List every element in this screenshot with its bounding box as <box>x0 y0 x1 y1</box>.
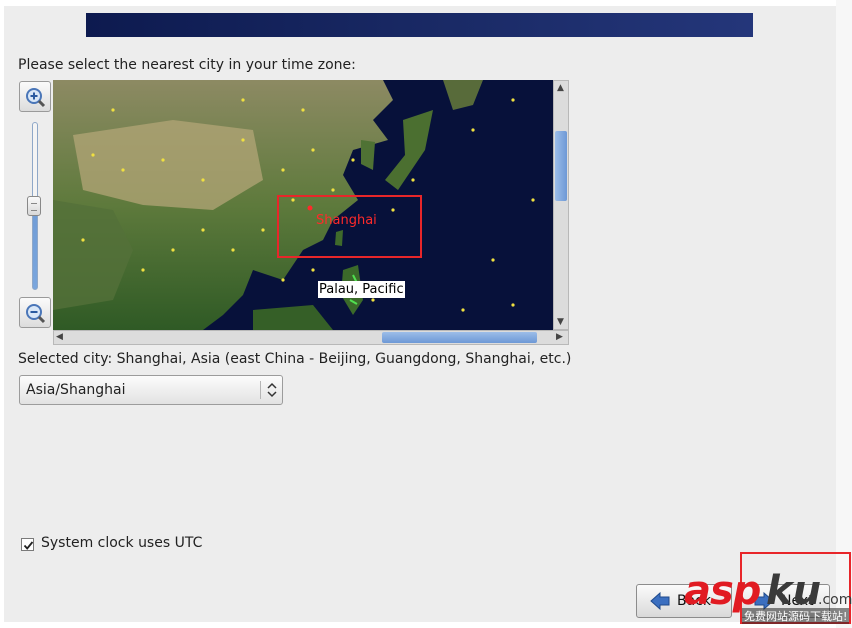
scroll-left-arrow-icon[interactable]: ◀ <box>56 332 63 342</box>
horizontal-scroll-thumb[interactable] <box>382 332 537 343</box>
timezone-prompt: Please select the nearest city in your t… <box>18 57 356 73</box>
scroll-down-arrow-icon[interactable]: ▼ <box>557 317 564 327</box>
map-hover-city-label: Palau, Pacific <box>318 281 405 298</box>
selected-city-text: Selected city: Shanghai, Asia (east Chin… <box>18 351 572 367</box>
back-arrow-icon <box>650 591 670 611</box>
scroll-right-arrow-icon[interactable]: ▶ <box>556 332 563 342</box>
zoom-in-icon <box>26 88 46 108</box>
map-selected-city-label[interactable]: Shanghai <box>316 213 377 228</box>
combo-separator <box>260 381 261 399</box>
timezone-select[interactable]: Asia/Shanghai <box>19 375 283 405</box>
map-vertical-scrollbar[interactable]: ▲ ▼ <box>553 80 569 330</box>
zoom-out-button[interactable] <box>19 297 51 328</box>
zoom-in-button[interactable] <box>19 81 51 112</box>
map-horizontal-scrollbar[interactable]: ◀ ▶ <box>53 330 569 345</box>
up-down-chevron-icon <box>267 382 277 398</box>
back-button-label: Back <box>677 593 711 609</box>
vertical-scroll-thumb[interactable] <box>555 131 567 201</box>
checkmark-icon <box>23 541 34 550</box>
utc-checkbox-label[interactable]: System clock uses UTC <box>41 535 202 551</box>
back-button[interactable]: Back <box>636 584 732 618</box>
zoom-slider-handle[interactable] <box>27 196 41 216</box>
window-edge <box>836 0 852 628</box>
scroll-up-arrow-icon[interactable]: ▲ <box>557 83 564 93</box>
next-button-highlight <box>740 552 851 624</box>
utc-checkbox[interactable] <box>21 538 34 551</box>
timezone-select-value: Asia/Shanghai <box>26 382 126 398</box>
zoom-out-icon <box>26 304 46 324</box>
header-banner <box>86 13 753 37</box>
